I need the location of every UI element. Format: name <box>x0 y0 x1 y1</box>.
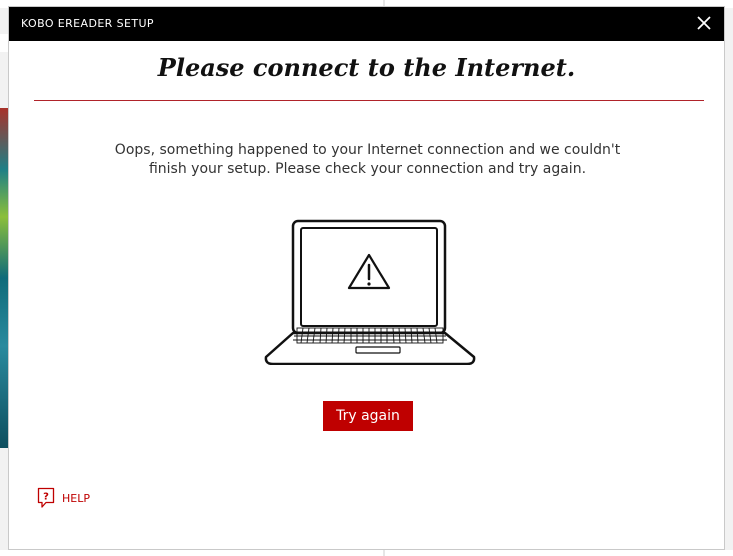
background-app-bottom <box>0 550 733 556</box>
error-message-line-1: Oops, something happened to your Interne… <box>114 142 621 158</box>
background-book-cover <box>0 108 8 448</box>
error-message-line-2: finish your setup. Please check your con… <box>148 161 587 177</box>
svg-text:?: ? <box>43 492 49 503</box>
help-link[interactable]: ? HELP <box>37 487 90 509</box>
background-divider-bottom <box>383 550 385 556</box>
title-bar: KOBO EREADER SETUP <box>9 7 724 41</box>
background-app-fragment <box>0 34 8 52</box>
error-message: Oops, something happened to your Interne… <box>69 141 666 179</box>
window-title: KOBO EREADER SETUP <box>21 17 154 30</box>
page-title: Please connect to the Internet. <box>157 53 576 82</box>
close-icon[interactable] <box>694 13 714 33</box>
try-again-button[interactable]: Try again <box>323 401 413 431</box>
laptop-warning-icon <box>264 219 476 365</box>
setup-dialog: KOBO EREADER SETUP Please connect to the… <box>8 6 725 550</box>
title-divider <box>34 100 704 101</box>
help-icon: ? <box>37 487 55 508</box>
help-label: HELP <box>62 491 90 505</box>
